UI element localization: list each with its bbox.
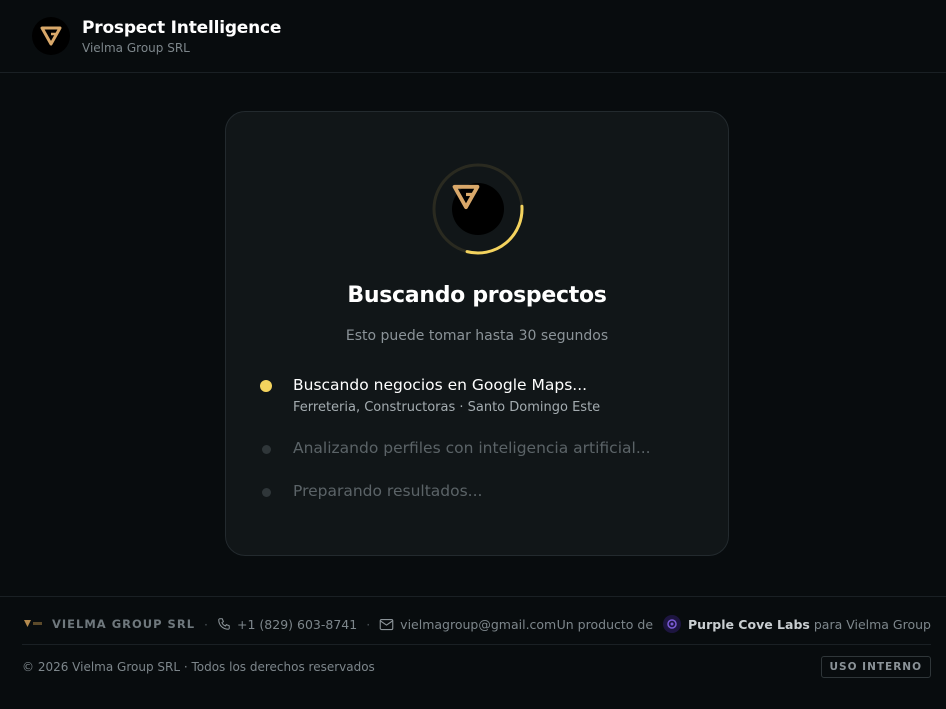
footer-bottom-row: © 2026 Vielma Group SRL · Todos los dere… <box>22 655 931 679</box>
app-title: Prospect Intelligence <box>82 17 282 38</box>
loading-title: Buscando prospectos <box>347 283 607 308</box>
product-prefix: Un producto de <box>556 616 654 632</box>
active-step-dot-icon <box>260 380 272 392</box>
footer-credit: Un producto de Purple Cove Labs para Vie… <box>557 615 931 633</box>
loading-spinner <box>432 163 524 255</box>
purple-cove-labs-link[interactable]: Purple Cove Labs <box>688 617 810 632</box>
app-header: Prospect Intelligence Vielma Group SRL <box>0 0 946 73</box>
brand-block: Prospect Intelligence Vielma Group SRL <box>82 18 281 55</box>
step-detail: Ferreteria, Constructoras · Santo Doming… <box>293 400 601 415</box>
vg-mini-logo-icon <box>22 618 44 630</box>
step-label: Buscando negocios en Google Maps... <box>293 376 588 394</box>
step-label: Preparando resultados... <box>293 482 483 500</box>
footer-info-row: VIELMA GROUP SRL · +1 (829) 603-8741 · v… <box>22 614 931 634</box>
vg-logo-icon <box>32 17 70 55</box>
pending-step-dot-icon <box>262 488 271 497</box>
product-suffix: para Vielma Group <box>813 616 931 632</box>
footer-email-link[interactable]: vielmagroup@gmail.com <box>400 617 556 632</box>
footer-phone-link[interactable]: +1 (829) 603-8741 <box>237 617 357 632</box>
footer-company: VIELMA GROUP SRL <box>52 617 196 631</box>
step-prepare-results: Preparando resultados... <box>260 482 482 500</box>
mail-icon <box>379 618 394 631</box>
purple-cove-labs-logo-icon <box>663 615 682 633</box>
loading-subtitle: Esto puede tomar hasta 30 segundos <box>345 328 609 344</box>
separator: · <box>204 616 209 632</box>
internal-use-badge: USO INTERNO <box>820 656 931 678</box>
step-label: Analizando perfiles con inteligencia art… <box>293 439 651 457</box>
step-search-maps: Buscando negocios en Google Maps... Ferr… <box>260 376 600 415</box>
vg-logo-icon <box>452 183 504 235</box>
footer-divider <box>22 644 931 645</box>
app-footer: VIELMA GROUP SRL · +1 (829) 603-8741 · v… <box>0 596 946 709</box>
footer-contact: VIELMA GROUP SRL · +1 (829) 603-8741 · v… <box>22 617 556 632</box>
phone-icon <box>217 617 231 631</box>
copyright: © 2026 Vielma Group SRL · Todos los dere… <box>22 660 375 674</box>
step-analyze-profiles: Analizando perfiles con inteligencia art… <box>260 439 651 457</box>
loading-card: Buscando prospectos Esto puede tomar has… <box>225 111 729 556</box>
separator: · <box>366 616 371 632</box>
app-subtitle: Vielma Group SRL <box>82 40 190 55</box>
pending-step-dot-icon <box>262 445 271 454</box>
